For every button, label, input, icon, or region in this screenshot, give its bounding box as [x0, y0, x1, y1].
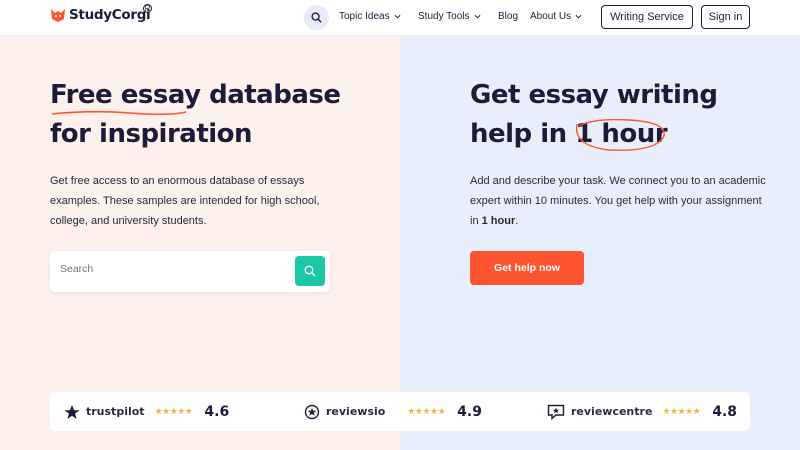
reviewsio-icon: [304, 404, 320, 419]
header-search-button[interactable]: [304, 5, 329, 30]
right-title-line2: help in 1 hour: [470, 115, 668, 154]
rating-score: 4.8: [712, 403, 738, 420]
registered-mark: R: [143, 4, 152, 13]
essay-search-button[interactable]: [295, 256, 325, 286]
rating-source-name: trustpilot: [86, 405, 145, 418]
rating-stars: ★★★★★: [154, 406, 193, 416]
nav-label: Topic Ideas: [339, 11, 390, 22]
rating-score: 4.9: [457, 403, 482, 420]
nav-label: Blog: [498, 11, 519, 22]
chevron-down-icon: [474, 14, 481, 19]
essay-search-input[interactable]: [60, 263, 290, 275]
rating-reviewsio[interactable]: reviewsio ★★★★★ 4.9: [304, 392, 482, 431]
right-title: Get essay writing: [470, 80, 718, 110]
logo-text: StudyCorgi: [69, 7, 151, 23]
rating-stars: ★★★★★: [662, 406, 701, 416]
rating-score: 4.6: [204, 403, 230, 420]
get-help-now-button[interactable]: Get help now: [470, 251, 584, 285]
nav-about-us[interactable]: About Us: [530, 11, 582, 22]
trustpilot-star-icon: [64, 404, 80, 419]
nav-blog[interactable]: Blog: [498, 11, 518, 22]
site-header: StudyCorgi R Topic Ideas Study Tools Blo…: [0, 0, 800, 36]
right-description: Add and describe your task. We connect y…: [470, 171, 770, 231]
chevron-down-icon: [575, 14, 582, 19]
title-highlight-word: Free essay: [50, 80, 201, 110]
chevron-down-icon: [394, 14, 401, 19]
essay-search-box: [50, 251, 330, 292]
nav-study-tools[interactable]: Study Tools: [418, 11, 481, 22]
left-description: Get free access to an enormous database …: [50, 175, 320, 227]
circle-scribble: [576, 118, 666, 151]
rating-source-name: reviewsio: [326, 405, 386, 418]
reviewcentre-icon: [547, 404, 565, 420]
nav-label: Study Tools: [418, 11, 470, 22]
desc-bold: 1 hour: [481, 215, 516, 227]
title-prefix: help in: [470, 119, 576, 149]
logo[interactable]: StudyCorgi R: [50, 4, 152, 23]
left-title: Free essay database: [50, 76, 341, 116]
rating-trustpilot[interactable]: trustpilot ★★★★★ 4.6: [64, 392, 229, 431]
corgi-logo-icon: [51, 9, 65, 22]
title-rest: database: [200, 80, 341, 110]
left-title-line2: for inspiration: [50, 119, 253, 149]
rating-stars: ★★★★★: [407, 406, 446, 416]
search-icon: [311, 12, 322, 23]
rating-reviewcentre[interactable]: reviewcentre ★★★★★ 4.8: [547, 392, 737, 431]
sign-in-button[interactable]: Sign in: [701, 5, 750, 29]
ratings-bar: trustpilot ★★★★★ 4.6 reviewsio ★★★★★ 4.9…: [50, 392, 750, 431]
rating-source-name: reviewcentre: [571, 405, 653, 418]
search-icon: [304, 265, 316, 277]
nav-topic-ideas[interactable]: Topic Ideas: [339, 11, 401, 22]
writing-service-button[interactable]: Writing Service: [601, 5, 693, 29]
desc-end: .: [515, 215, 519, 227]
nav-label: About Us: [530, 11, 572, 22]
